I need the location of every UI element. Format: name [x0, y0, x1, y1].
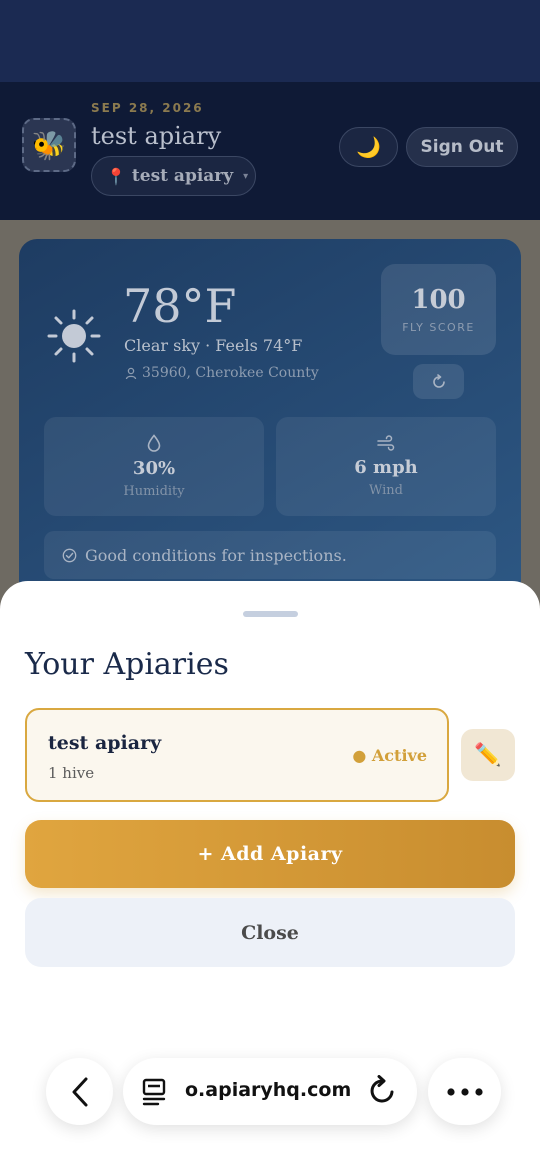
temperature: 78°F — [123, 279, 237, 333]
apiary-list-item[interactable]: test apiary 1 hive ● Active — [25, 708, 449, 802]
browser-address-bar[interactable]: o.apiaryhq.com — [123, 1058, 417, 1125]
refresh-icon — [432, 373, 445, 388]
apiary-name: test apiary — [48, 732, 162, 754]
chevron-left-icon — [72, 1077, 87, 1106]
apiary-hive-count: 1 hive — [48, 764, 95, 782]
check-circle-icon — [62, 548, 77, 562]
close-button[interactable]: Close — [25, 898, 515, 967]
wind-tile: 6 mph Wind — [276, 417, 496, 516]
humidity-value: 30% — [132, 458, 176, 479]
pencil-icon: ✏️ — [474, 742, 502, 768]
pin-icon: 📍 — [106, 166, 126, 186]
page-menu-icon — [142, 1078, 166, 1106]
person-icon — [125, 367, 137, 379]
moon-icon: 🌙 — [356, 135, 381, 159]
weather-card: 78°F Clear sky · Feels 74°F 35960, Chero… — [19, 239, 521, 599]
apiary-selector-label: test apiary — [131, 166, 234, 186]
location-text: 35960, Cherokee County — [142, 365, 319, 381]
browser-back-button[interactable] — [46, 1058, 113, 1125]
sun-icon — [47, 309, 101, 363]
refresh-weather-button[interactable] — [413, 364, 464, 399]
current-date: SEP 28, 2026 — [91, 101, 204, 115]
chevron-down-icon: ▾ — [243, 170, 249, 182]
add-apiary-button[interactable]: + Add Apiary — [25, 820, 515, 888]
weather-conditions: Clear sky · Feels 74°F — [124, 336, 303, 355]
wind-label: Wind — [369, 483, 403, 498]
sheet-grabber[interactable] — [243, 611, 298, 617]
humidity-label: Humidity — [123, 484, 185, 499]
apiary-selector[interactable]: 📍 test apiary ▾ — [91, 156, 256, 196]
reload-icon[interactable] — [366, 1075, 398, 1107]
droplet-icon — [147, 434, 161, 452]
sheet-title: Your Apiaries — [25, 647, 229, 682]
apiary-avatar[interactable]: 🐝 — [22, 118, 76, 172]
fly-score-box: 100 FLY SCORE — [381, 264, 496, 355]
browser-more-button[interactable] — [428, 1058, 501, 1125]
url-text: o.apiaryhq.com — [185, 1079, 352, 1101]
page-title: test apiary — [91, 122, 222, 150]
status-badge: ● Active — [352, 746, 427, 765]
inspection-note-text: Good conditions for inspections. — [85, 545, 347, 565]
edit-apiary-button[interactable]: ✏️ — [461, 729, 515, 781]
fly-score-label: FLY SCORE — [402, 321, 475, 334]
theme-toggle-button[interactable]: 🌙 — [339, 127, 398, 167]
inspection-note: Good conditions for inspections. — [44, 531, 496, 579]
weather-location: 35960, Cherokee County — [125, 365, 319, 381]
humidity-tile: 30% Humidity — [44, 417, 264, 516]
wind-icon — [377, 435, 395, 451]
status-bar-area — [0, 0, 540, 82]
bee-icon: 🐝 — [31, 128, 67, 162]
app-header: 🐝 SEP 28, 2026 test apiary 📍 test apiary… — [0, 82, 540, 220]
wind-value: 6 mph — [354, 457, 418, 478]
fly-score-value: 100 — [411, 285, 466, 315]
more-icon — [446, 1087, 483, 1096]
sign-out-button[interactable]: Sign Out — [406, 127, 518, 167]
